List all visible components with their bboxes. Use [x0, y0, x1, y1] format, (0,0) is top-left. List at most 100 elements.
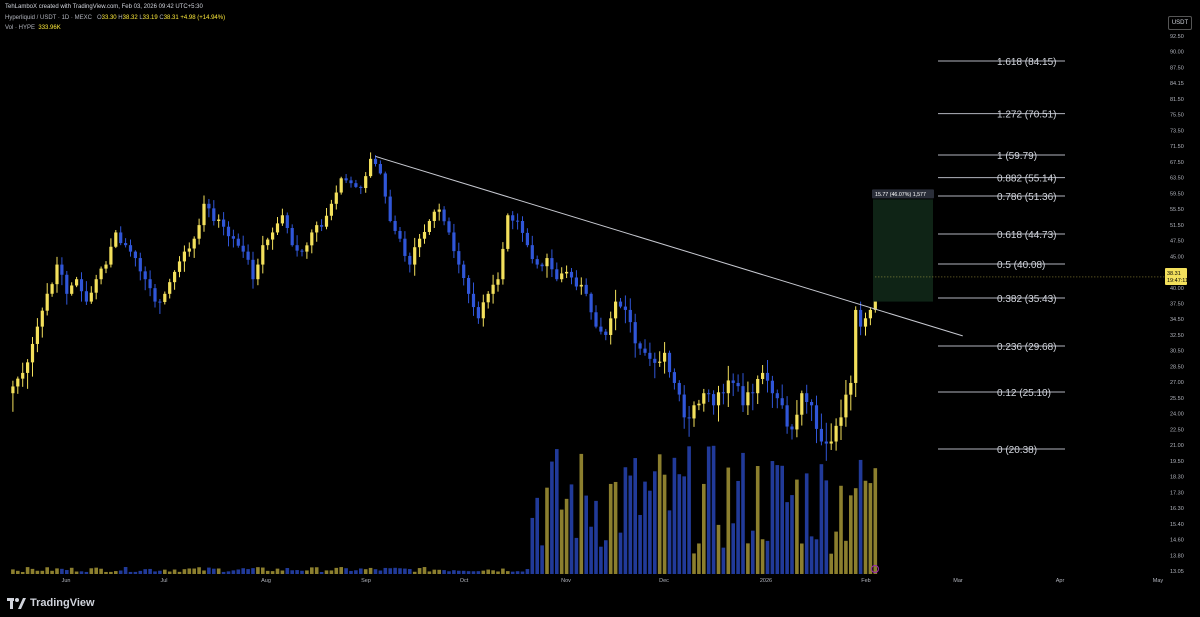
candles: [11, 152, 877, 461]
candle-body: [486, 293, 490, 303]
candle-body: [192, 238, 196, 249]
volume-bar: [702, 483, 706, 574]
candle-body: [231, 236, 235, 239]
time-tick-label: Feb: [861, 578, 870, 584]
candle-body: [324, 215, 329, 227]
candle-body: [540, 264, 544, 267]
price-tick-label: 87.50: [1170, 65, 1184, 71]
candle-body: [609, 318, 613, 335]
volume-bar: [672, 457, 677, 574]
candle-body: [614, 301, 618, 319]
candle-body: [844, 394, 848, 418]
price-tick-label: 21.00: [1170, 443, 1184, 449]
price-tick-label: 19.50: [1170, 459, 1184, 465]
price-tick-label: 32.50: [1170, 333, 1184, 339]
price-tick-label: 45.00: [1170, 254, 1184, 260]
time-axis[interactable]: Jun Jul Aug Sep Oct Nov Dec 2026 Feb Mar Apr May: [62, 565, 1164, 585]
volume-bar: [599, 546, 603, 574]
volume-bar: [363, 569, 368, 574]
volume-bar: [751, 530, 755, 574]
candle-body: [153, 288, 157, 302]
candle-body: [530, 245, 534, 260]
price-axis[interactable]: 92.50 90.00 87.50 84.15 81.50 75.50 73.50 71.50…: [1170, 34, 1184, 575]
price-tick-label: 17.30: [1170, 490, 1184, 496]
volume-bar: [148, 568, 152, 574]
candle-body: [790, 426, 794, 430]
candle-body: [756, 378, 760, 394]
price-tick-label: 13.05: [1170, 569, 1184, 575]
candle-body: [413, 247, 417, 265]
price-chart[interactable]: 1.618 (84.15) 1.272 (70.51) 1 (59.79) 0.882…: [0, 0, 1200, 592]
candle-body: [305, 245, 309, 252]
volume-bar: [128, 571, 133, 574]
volume-bar: [197, 567, 201, 574]
candle-body: [422, 231, 427, 239]
volume-bar: [65, 570, 69, 574]
tradingview-logo[interactable]: TradingView: [7, 597, 95, 609]
candle-body: [75, 279, 79, 286]
candle-body: [437, 209, 441, 212]
volume-bar: [334, 567, 339, 574]
symbol-ohlc-legend[interactable]: Hyperliquid / USDT · 1D · MEXC O33.30 H3…: [5, 15, 225, 21]
volume-bar: [432, 569, 437, 574]
volume-bar: [261, 567, 265, 574]
candle-body: [84, 291, 88, 302]
candle-body: [824, 441, 828, 444]
time-tick-label: Apr: [1056, 578, 1065, 584]
candle-body: [271, 232, 275, 240]
volume-bar: [329, 570, 334, 574]
volume-bar: [457, 570, 461, 574]
candle-body: [555, 269, 559, 280]
ohlc-close: 38.31: [163, 15, 179, 21]
candle-body: [373, 158, 378, 165]
candle-body: [256, 264, 260, 280]
volume-bar: [618, 532, 623, 574]
volume-bar: [398, 568, 402, 574]
candle-body: [70, 285, 74, 294]
candle-body: [501, 248, 505, 280]
volume-bar: [800, 543, 804, 574]
volume-bar: [515, 571, 520, 574]
candle-body: [520, 220, 525, 233]
volume-bar: [99, 568, 103, 574]
volume-bar: [824, 480, 829, 574]
volume-bar: [114, 571, 118, 574]
volume-bar: [608, 483, 613, 574]
candle-body: [682, 394, 686, 418]
volume-bar: [687, 446, 691, 574]
candle-body: [643, 348, 647, 353]
volume-legend[interactable]: Vol · HYPE 333.96K: [5, 25, 61, 31]
time-tick-label: May: [1153, 578, 1164, 584]
candle-body: [716, 392, 721, 406]
candle-body: [124, 243, 128, 246]
time-tick-label: Aug: [261, 578, 271, 584]
volume-bar: [403, 568, 407, 574]
candle-body: [765, 372, 770, 381]
candle-body: [672, 372, 676, 383]
candle-body: [795, 414, 799, 430]
ohlc-open: 33.30: [101, 15, 117, 21]
volume-bar: [236, 569, 241, 574]
candle-body: [604, 331, 608, 335]
candle-body: [584, 284, 588, 294]
candle-body: [158, 301, 162, 303]
candle-body: [702, 393, 706, 404]
candle-body: [202, 203, 206, 226]
candle-body: [506, 215, 510, 249]
volume-bar: [104, 571, 108, 574]
volume-bar: [667, 510, 672, 574]
volume-label[interactable]: Vol · HYPE: [5, 25, 35, 31]
fib-level-label: 0.786 (51.36): [997, 192, 1057, 203]
ohlc-low: 33.19: [142, 15, 158, 21]
candle-body: [388, 196, 392, 221]
volume-bar: [207, 567, 211, 574]
currency-selector[interactable]: USDT: [1168, 16, 1192, 30]
symbol-name[interactable]: Hyperliquid / USDT · 1D · MEXC: [5, 15, 92, 21]
volume-bar: [158, 570, 162, 574]
candle-body: [30, 343, 35, 363]
candle-body: [658, 361, 662, 363]
volume-bar: [417, 568, 422, 574]
candle-body: [241, 245, 245, 252]
last-price-value: 38.31: [1167, 271, 1181, 277]
fib-level-label: 0 (20.38): [997, 445, 1037, 456]
